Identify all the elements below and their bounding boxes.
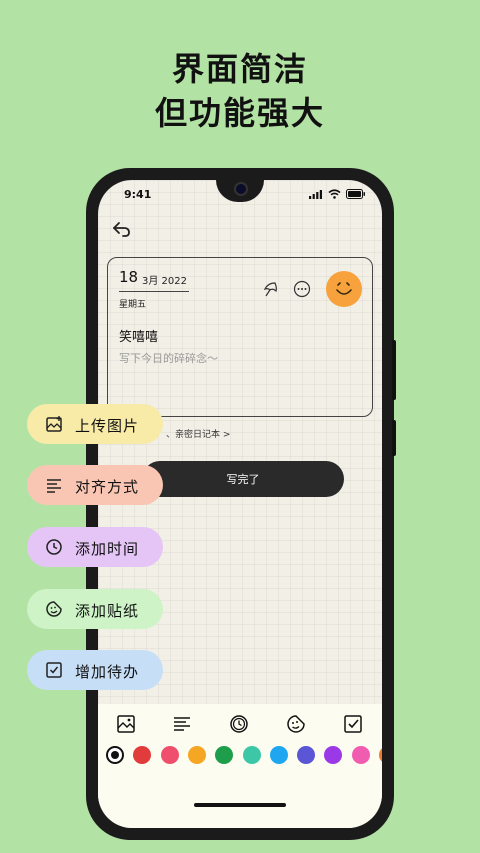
status-time: 9:41 <box>124 188 152 201</box>
note-title[interactable]: 笑嘻嘻 <box>119 326 158 345</box>
color-swatch[interactable] <box>324 746 343 764</box>
headline-line-2: 但功能强大 <box>154 94 325 132</box>
feature-pill-5[interactable]: 增加待办 <box>27 650 163 690</box>
checkbox-icon[interactable] <box>343 714 363 734</box>
bottom-toolbar <box>98 704 382 828</box>
color-swatch[interactable] <box>242 746 261 764</box>
feature-pill-1[interactable]: 上传图片 <box>27 404 163 444</box>
diary-link[interactable]: 、亲密日记本 > <box>166 427 230 440</box>
phone-side-button <box>392 340 396 400</box>
status-icons <box>309 189 366 199</box>
note-card: 18 3月 2022 星期五 笑嘻嘻 写下今日的碎碎念～ <box>107 257 373 417</box>
feature-pill-3[interactable]: 添加时间 <box>27 527 163 567</box>
mood-sticker[interactable] <box>326 271 362 307</box>
feature-pill-2[interactable]: 对齐方式 <box>27 465 163 505</box>
feature-pill-label: 对齐方式 <box>75 478 140 496</box>
clock-icon <box>46 539 62 555</box>
note-month-year: 3月 2022 <box>142 276 187 287</box>
done-button[interactable]: 写完了 <box>142 461 344 497</box>
more-icon[interactable] <box>293 280 311 298</box>
color-swatch-selected[interactable] <box>106 746 124 764</box>
feature-pill-label: 上传图片 <box>75 417 140 435</box>
image-upload-icon <box>46 416 62 432</box>
feature-pill-4[interactable]: 添加贴纸 <box>27 589 163 629</box>
sticker-icon[interactable] <box>286 714 306 734</box>
checkbox-icon <box>46 662 62 678</box>
color-swatch[interactable] <box>351 746 370 764</box>
color-swatch[interactable] <box>160 746 179 764</box>
color-swatch[interactable] <box>379 746 382 764</box>
wifi-icon <box>328 189 341 199</box>
align-left-icon <box>47 479 61 493</box>
feature-pill-label: 添加贴纸 <box>75 602 140 620</box>
color-swatch[interactable] <box>297 746 316 764</box>
smiley-face-icon <box>336 282 352 295</box>
date-underline <box>119 291 189 292</box>
back-icon[interactable] <box>112 220 132 238</box>
color-swatch[interactable] <box>133 746 152 764</box>
note-body-placeholder[interactable]: 写下今日的碎碎念～ <box>119 350 218 366</box>
note-day: 18 <box>119 268 139 286</box>
sticker-icon <box>46 601 62 617</box>
clock-icon[interactable] <box>229 714 249 734</box>
feature-pill-label: 添加时间 <box>75 540 140 558</box>
color-palette <box>98 746 382 766</box>
feature-pill-label: 增加待办 <box>75 663 140 681</box>
headline-line-1: 界面简洁 <box>171 50 308 88</box>
umbrella-icon[interactable] <box>262 280 280 298</box>
phone-side-button <box>392 420 396 456</box>
signal-icon <box>309 189 322 199</box>
note-weekday: 星期五 <box>119 300 147 310</box>
image-icon[interactable] <box>116 714 136 734</box>
color-swatch[interactable] <box>187 746 206 764</box>
color-swatch[interactable] <box>215 746 234 764</box>
battery-icon <box>346 189 365 199</box>
align-icon[interactable] <box>172 714 192 734</box>
camera <box>236 184 246 194</box>
home-indicator <box>194 803 286 807</box>
color-swatch[interactable] <box>269 746 288 764</box>
